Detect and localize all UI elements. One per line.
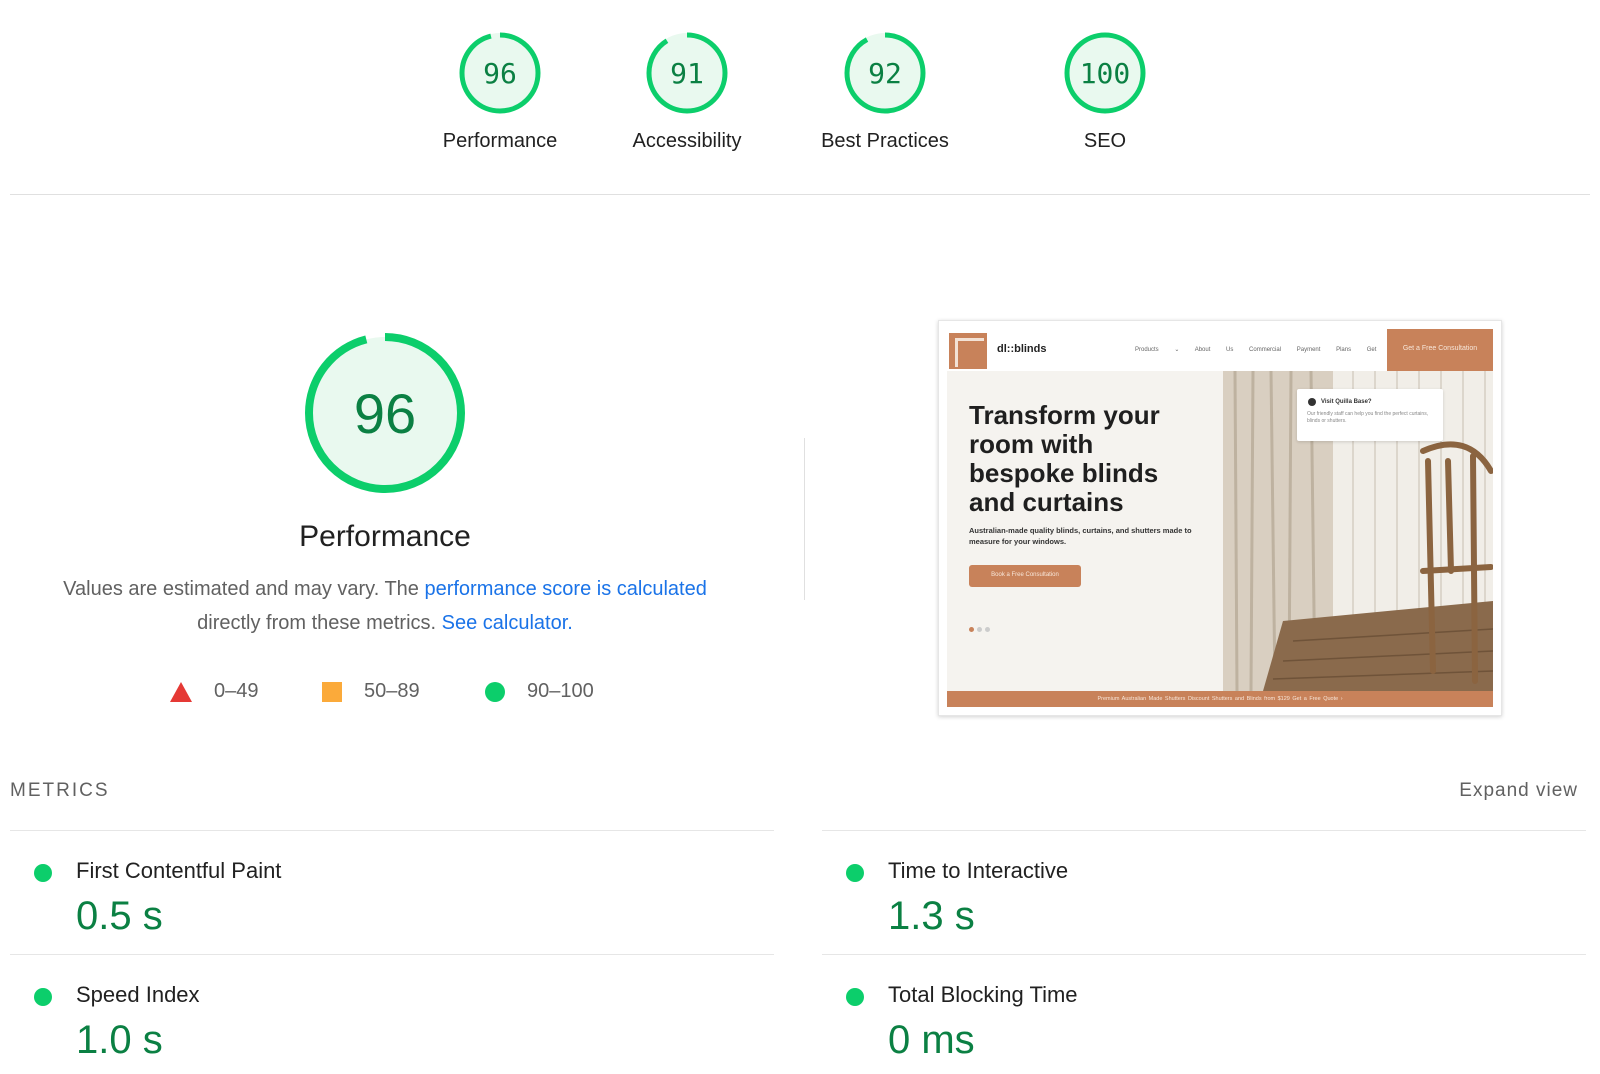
metric-speed-index: Speed Index 1.0 s (10, 960, 774, 1074)
metrics-divider (822, 954, 1586, 955)
metric-name: Time to Interactive (888, 858, 1069, 883)
popup-title: Visit Quilla Base? (1321, 399, 1372, 405)
metric-value: 0 ms (888, 1018, 975, 1062)
gauge-score: 92 (868, 57, 902, 90)
site-nav-links: Products ⌄ About Us Commercial Payment P… (1135, 347, 1428, 353)
performance-title: Performance (299, 520, 471, 553)
metric-total-blocking-time: Total Blocking Time 0 ms (822, 960, 1586, 1074)
site-carousel-dots (969, 619, 993, 637)
big-gauge-score: 96 (354, 382, 416, 445)
screenshot-page: dl::blinds Products ⌄ About Us Commercia… (947, 329, 1493, 707)
legend-pass: 90–100 (485, 680, 594, 703)
legend-range: 50–89 (364, 680, 420, 702)
pass-circle-icon (846, 864, 864, 882)
gauge-best-practices[interactable]: 92 Best Practices (800, 30, 970, 153)
big-gauge: 96 (305, 333, 465, 493)
gauge-score: 91 (670, 57, 704, 90)
performance-description: Values are estimated and may vary. The p… (40, 572, 730, 640)
category-gauges: 96 Performance 91 Accessibility 92 Best … (0, 30, 1600, 170)
see-calculator-link[interactable]: See calculator. (442, 612, 573, 634)
gauge-performance[interactable]: 96 Performance (415, 30, 585, 153)
metrics-title: METRICS (10, 780, 110, 801)
pass-circle-icon (34, 864, 52, 882)
metrics-divider (10, 954, 774, 955)
gauge-label: SEO (1083, 130, 1127, 152)
site-popup: Visit Quilla Base? Our friendly staff ca… (1297, 389, 1443, 441)
metric-time-to-interactive: Time to Interactive 1.3 s (822, 836, 1586, 956)
metric-name: First Contentful Paint (76, 858, 282, 883)
metric-name: Speed Index (76, 982, 200, 1007)
final-screenshot[interactable]: dl::blinds Products ⌄ About Us Commercia… (938, 320, 1502, 716)
gauge-label: Best Practices (821, 130, 949, 152)
desc-text: directly from these metrics. (197, 612, 442, 634)
vertical-divider (804, 438, 805, 600)
metric-value: 1.3 s (888, 894, 975, 938)
site-subtext: Australian-made quality blinds, curtains… (969, 526, 1192, 546)
gauge-score: 96 (483, 57, 517, 90)
gauge-seo[interactable]: 100 SEO (1020, 30, 1190, 153)
site-bottom-bar: Premium Australian Made Shutters Discoun… (947, 691, 1493, 707)
gauge-score: 100 (1080, 57, 1131, 90)
gauge-ring: 100 (1064, 32, 1146, 114)
legend-range: 0–49 (214, 680, 259, 702)
site-cta: Get a Free Consultation (1387, 329, 1493, 371)
top-divider (10, 194, 1590, 195)
metrics-header: METRICS Expand view (10, 780, 1590, 810)
metric-value: 0.5 s (76, 894, 163, 938)
legend-fail: 0–49 (170, 680, 259, 703)
gauge-accessibility[interactable]: 91 Accessibility (602, 30, 772, 153)
legend-range: 90–100 (527, 680, 594, 702)
metric-first-contentful-paint: First Contentful Paint 0.5 s (10, 836, 774, 956)
metric-value: 1.0 s (76, 1018, 163, 1062)
pass-circle-icon (34, 988, 52, 1006)
gauge-ring: 92 (844, 32, 926, 114)
popup-text: Our friendly staff can help you find the… (1307, 411, 1429, 424)
score-legend: 0–49 50–89 90–100 (170, 680, 670, 710)
metric-name: Total Blocking Time (888, 982, 1078, 1007)
site-headline: Transform your room with bespoke blinds … (969, 400, 1160, 517)
site-logo-icon (949, 333, 987, 369)
gauge-label: Accessibility (632, 130, 742, 152)
metrics-divider (822, 830, 1586, 831)
square-icon (322, 681, 342, 702)
site-nav: dl::blinds Products ⌄ About Us Commercia… (947, 329, 1493, 371)
gauge-ring: 96 (459, 32, 541, 114)
metrics-divider (10, 830, 774, 831)
circle-icon (485, 681, 505, 702)
site-brand: dl::blinds (997, 343, 1047, 355)
desc-text: Values are estimated and may vary. The (63, 578, 425, 600)
score-calculated-link[interactable]: performance score is calculated (424, 578, 706, 600)
legend-average: 50–89 (322, 680, 420, 703)
triangle-icon (170, 681, 192, 702)
gauge-ring: 91 (646, 32, 728, 114)
performance-summary: 96 Performance Values are estimated and … (40, 330, 730, 640)
expand-view-button[interactable]: Expand view (1459, 780, 1578, 802)
gauge-label: Performance (442, 130, 558, 152)
site-button: Book a Free Consultation (969, 565, 1081, 587)
pass-circle-icon (846, 988, 864, 1006)
user-icon (1308, 398, 1316, 406)
